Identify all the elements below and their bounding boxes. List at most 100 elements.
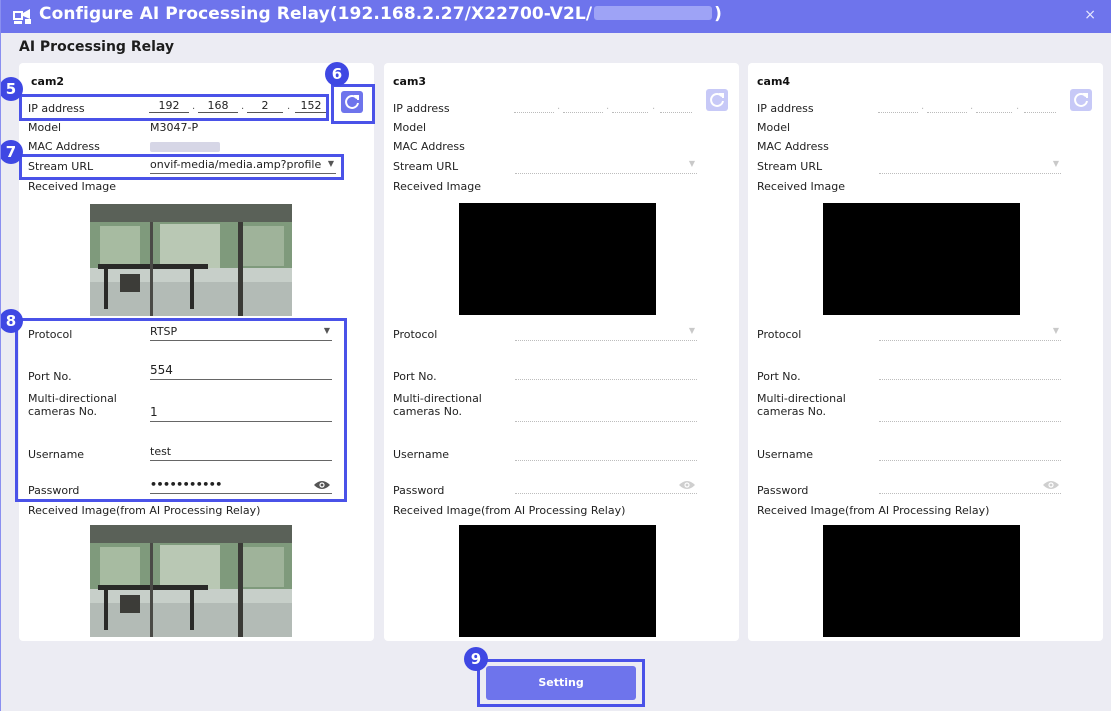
ip-octet-2[interactable] bbox=[563, 99, 603, 113]
stream-url-label: Stream URL bbox=[757, 160, 823, 173]
cam3-multi-cameras-input[interactable] bbox=[515, 402, 697, 422]
ip-octet-3[interactable] bbox=[976, 99, 1012, 113]
cam2-multi-cameras-input[interactable]: 1 bbox=[150, 402, 332, 422]
cam2-password-input[interactable]: ••••••••••• bbox=[150, 474, 332, 494]
chevron-down-icon: ▼ bbox=[688, 326, 695, 335]
cam4-panel: cam4 IP address . . . Model MAC Address … bbox=[748, 63, 1103, 641]
received-image-relay-label: Received Image(from AI Processing Relay) bbox=[28, 504, 261, 517]
cam4-port-input[interactable] bbox=[879, 360, 1061, 380]
ip-dot: . bbox=[606, 101, 610, 112]
chevron-down-icon: ▼ bbox=[1052, 159, 1059, 168]
field-underline bbox=[515, 340, 697, 341]
field-underline bbox=[879, 340, 1061, 341]
received-image-label: Received Image bbox=[393, 180, 481, 193]
cam3-stream-url-dropdown[interactable]: ▼ bbox=[515, 154, 697, 174]
masked-mac-value bbox=[150, 142, 220, 152]
field-underline bbox=[515, 379, 697, 380]
ip-dot: . bbox=[921, 101, 925, 112]
chevron-down-icon: ▼ bbox=[1052, 326, 1059, 335]
ip-octet-4[interactable]: 152 bbox=[295, 99, 327, 113]
ip-octet-3[interactable] bbox=[612, 99, 648, 113]
cam3-refresh-button[interactable] bbox=[706, 89, 728, 111]
cam4-received-image bbox=[823, 203, 1020, 315]
field-underline bbox=[515, 460, 697, 461]
cam4-password-input[interactable] bbox=[879, 474, 1061, 494]
ip-address-label: IP address bbox=[28, 102, 85, 115]
username-label: Username bbox=[393, 448, 450, 461]
cam4-username-input[interactable] bbox=[879, 441, 1061, 461]
annotation-badge-9: 9 bbox=[464, 647, 488, 671]
masked-mac-address bbox=[594, 6, 713, 20]
port-no-label: Port No. bbox=[393, 370, 437, 383]
multi-directional-label: Multi-directional bbox=[757, 392, 846, 405]
show-password-eye-icon[interactable] bbox=[313, 479, 331, 491]
cam2-title: cam2 bbox=[31, 75, 65, 88]
cam4-protocol-dropdown[interactable]: ▼ bbox=[879, 321, 1061, 341]
field-underline bbox=[879, 173, 1061, 174]
protocol-value: RTSP bbox=[150, 325, 178, 338]
ip-octet-1[interactable] bbox=[514, 99, 554, 113]
cam2-stream-url-dropdown[interactable]: onvif-media/media.amp?profile ▼ bbox=[150, 154, 336, 174]
ip-address-label: IP address bbox=[393, 102, 450, 115]
received-image-relay-label: Received Image(from AI Processing Relay) bbox=[393, 504, 626, 517]
close-button[interactable]: × bbox=[1084, 7, 1096, 23]
refresh-icon bbox=[1074, 92, 1088, 107]
cam2-username-input[interactable]: test bbox=[150, 441, 332, 461]
ip-octet-2[interactable]: 168 bbox=[198, 99, 238, 113]
protocol-label: Protocol bbox=[28, 328, 73, 341]
field-underline bbox=[879, 460, 1061, 461]
password-label: Password bbox=[28, 484, 80, 497]
cam3-ip-input[interactable]: . . . bbox=[514, 99, 692, 113]
annotation-badge-6: 6 bbox=[325, 62, 349, 86]
cam3-username-input[interactable] bbox=[515, 441, 697, 461]
show-password-eye-icon[interactable] bbox=[678, 479, 696, 491]
ip-octet-4[interactable] bbox=[1024, 99, 1056, 113]
show-password-eye-icon[interactable] bbox=[1042, 479, 1060, 491]
field-underline bbox=[150, 173, 336, 174]
received-image-relay-label: Received Image(from AI Processing Relay) bbox=[757, 504, 990, 517]
cam2-relay-image bbox=[90, 525, 292, 637]
cam2-port-input[interactable]: 554 bbox=[150, 360, 332, 380]
username-label: Username bbox=[28, 448, 85, 461]
cam3-received-image bbox=[459, 203, 656, 315]
cam3-password-input[interactable] bbox=[515, 474, 697, 494]
port-no-label: Port No. bbox=[757, 370, 801, 383]
cameras-no-label: cameras No. bbox=[393, 405, 463, 418]
model-label: Model bbox=[28, 121, 62, 134]
ip-octet-4[interactable] bbox=[660, 99, 692, 113]
ip-octet-1[interactable] bbox=[878, 99, 918, 113]
cam2-ip-input[interactable]: 192 . 168 . 2 . 152 bbox=[149, 99, 327, 113]
username-label: Username bbox=[757, 448, 814, 461]
multi-cameras-value: 1 bbox=[150, 405, 158, 419]
mac-address-label: MAC Address bbox=[757, 140, 829, 153]
chevron-down-icon: ▼ bbox=[323, 326, 330, 335]
cam4-ip-input[interactable]: . . . bbox=[878, 99, 1056, 113]
cam4-multi-cameras-input[interactable] bbox=[879, 402, 1061, 422]
ip-octet-1[interactable]: 192 bbox=[149, 99, 189, 113]
setting-button[interactable]: Setting bbox=[486, 666, 636, 700]
window-title: Configure AI Processing Relay(192.168.2.… bbox=[39, 4, 722, 24]
ip-dot: . bbox=[287, 101, 291, 112]
ip-dot: . bbox=[192, 101, 196, 112]
cam2-protocol-dropdown[interactable]: RTSP ▼ bbox=[150, 321, 332, 341]
annotation-badge-8: 8 bbox=[1, 309, 23, 333]
cam2-model-value: M3047-P bbox=[150, 121, 199, 134]
cameras-no-label: cameras No. bbox=[757, 405, 827, 418]
cam4-stream-url-dropdown[interactable]: ▼ bbox=[879, 154, 1061, 174]
relay-app-icon bbox=[13, 9, 31, 24]
received-image-label: Received Image bbox=[28, 180, 116, 193]
ip-octet-3[interactable]: 2 bbox=[247, 99, 283, 113]
ip-dot: . bbox=[241, 101, 245, 112]
cam3-title: cam3 bbox=[393, 75, 427, 88]
camera-photo-image bbox=[90, 525, 292, 637]
cam3-port-input[interactable] bbox=[515, 360, 697, 380]
refresh-icon bbox=[345, 94, 359, 109]
ip-octet-2[interactable] bbox=[927, 99, 967, 113]
password-label: Password bbox=[757, 484, 809, 497]
cam3-relay-image bbox=[459, 525, 656, 637]
cam2-refresh-button[interactable] bbox=[341, 91, 363, 113]
cam3-protocol-dropdown[interactable]: ▼ bbox=[515, 321, 697, 341]
cam4-refresh-button[interactable] bbox=[1070, 89, 1092, 111]
page-subtitle: AI Processing Relay bbox=[19, 39, 175, 55]
field-underline bbox=[150, 421, 332, 422]
